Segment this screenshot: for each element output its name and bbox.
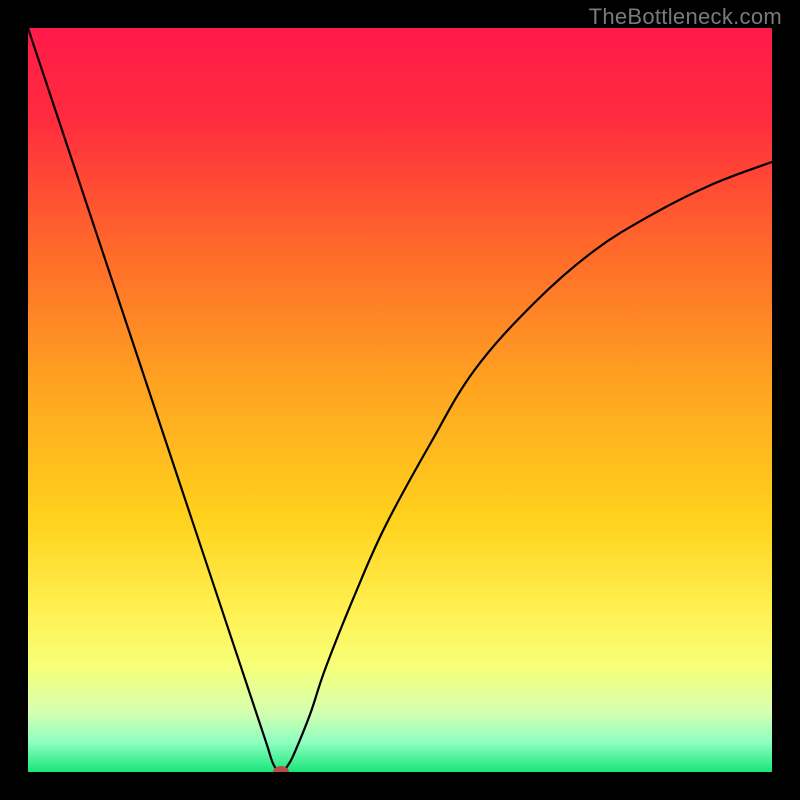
bottleneck-curve: [28, 28, 772, 772]
watermark-text: TheBottleneck.com: [589, 4, 782, 30]
chart-frame: TheBottleneck.com: [0, 0, 800, 800]
curve-layer: [28, 28, 772, 772]
optimal-point-marker: [273, 766, 289, 772]
plot-area: [28, 28, 772, 772]
